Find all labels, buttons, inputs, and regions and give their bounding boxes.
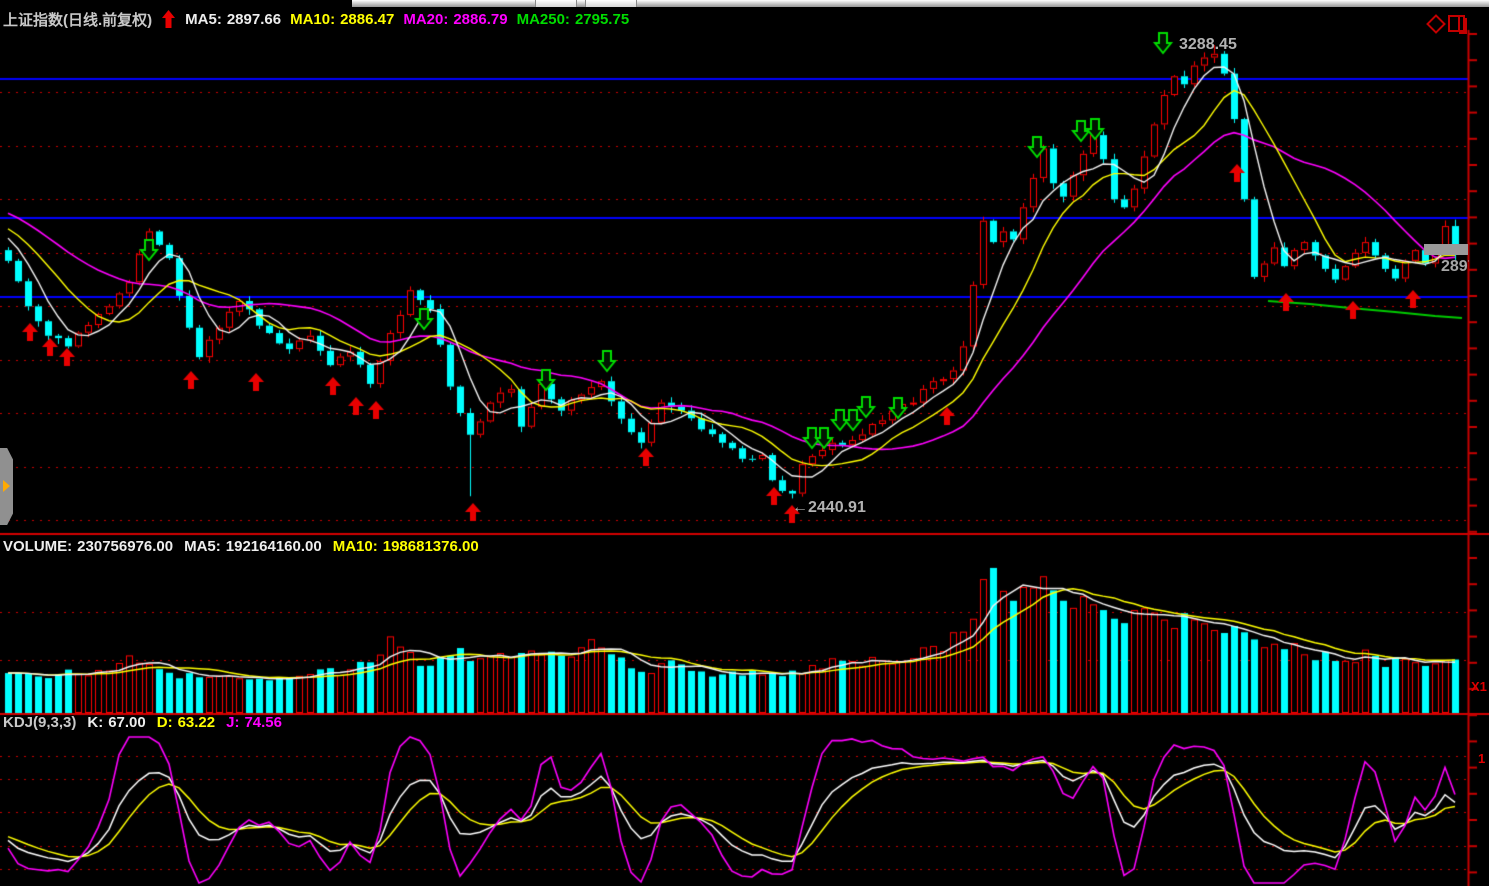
split-window-icon[interactable] [1448, 15, 1465, 32]
volume-ma5-indicator: MA5:192164160.00 [184, 538, 322, 555]
trough-price-annotation: ←2440.91 [792, 499, 866, 517]
chart-canvas[interactable] [0, 0, 1489, 886]
current-price-label: 2897.66 [1441, 258, 1469, 276]
kdj-j-indicator: J:74.56 [226, 714, 282, 731]
expand-arrow-icon [3, 480, 10, 492]
kdj-k-indicator: K:67.00 [87, 714, 145, 731]
volume-header: VOLUME:230756976.00 MA5:192164160.00 MA1… [3, 538, 479, 555]
top-toolbar-edge [352, 0, 1489, 7]
ma20-indicator: MA20:2886.79 [403, 11, 507, 28]
volume-indicator: VOLUME:230756976.00 [3, 538, 173, 555]
window-edge-line-foot [1459, 32, 1467, 34]
ma250-indicator: MA250:2795.75 [517, 11, 630, 28]
volume-ma10-indicator: MA10:198681376.00 [333, 538, 479, 555]
ma5-indicator: MA5:2897.66 [185, 11, 281, 28]
kdj-name: KDJ(9,3,3) [3, 714, 76, 731]
kdj-d-indicator: D:63.22 [157, 714, 215, 731]
ma10-indicator: MA10:2886.47 [290, 11, 394, 28]
kdj-header: KDJ(9,3,3) K:67.00 D:63.22 J:74.56 [3, 714, 282, 731]
split-window-icon-bar [1458, 17, 1460, 30]
sidebar-collapse-handle[interactable] [0, 448, 13, 525]
main-chart-header: 上证指数(日线.前复权) MA5:2897.66 MA10:2886.47 MA… [3, 8, 629, 30]
symbol-title: 上证指数(日线.前复权) [3, 9, 152, 30]
toolbar-segment[interactable] [585, 0, 637, 7]
toolbar-segment[interactable] [535, 0, 577, 7]
stock-chart-window: 上证指数(日线.前复权) MA5:2897.66 MA10:2886.47 MA… [0, 0, 1489, 886]
peak-price-annotation: 3288.45 [1179, 36, 1237, 54]
volume-unit-label: X1 [1471, 679, 1487, 694]
current-price-value: 2897.66 [1441, 258, 1469, 275]
current-price-marker [1424, 244, 1468, 255]
up-arrow-icon [162, 10, 175, 28]
kdj-axis-partial-label: 1 [1478, 751, 1485, 766]
